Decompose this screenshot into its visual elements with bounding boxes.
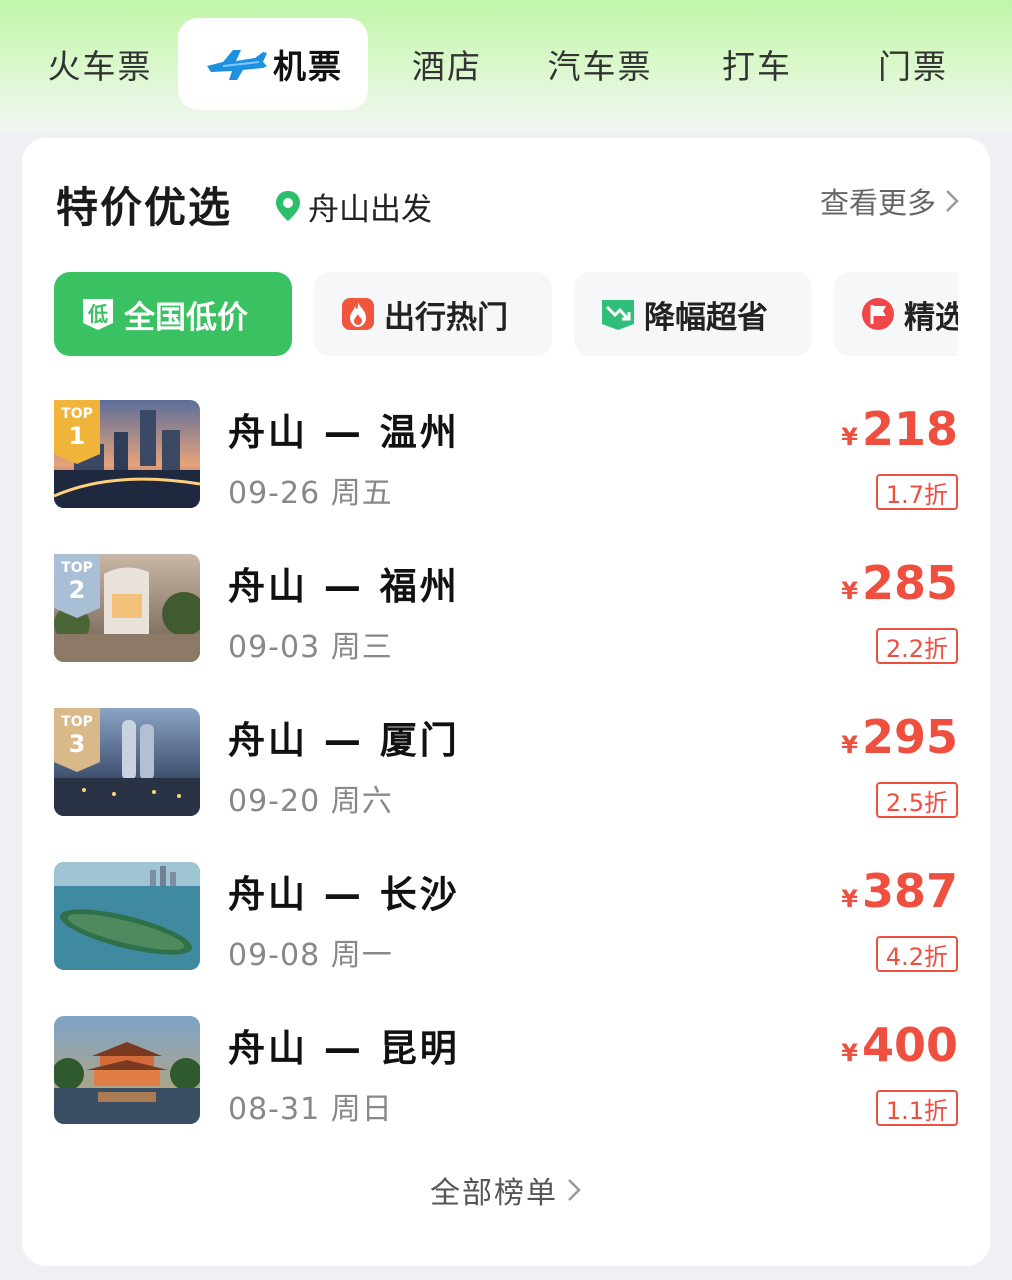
route-name: 舟山 — 昆明 [228,1027,460,1070]
chevron-right-icon [946,190,959,212]
deals-card: 特价优选 舟山出发 查看更多 低 全国低价 出行热门 降幅超省 精选 TOP 1… [22,138,990,1266]
view-more-link[interactable]: 查看更多 [820,180,960,222]
route-name: 舟山 — 厦门 [228,719,460,762]
svg-text:TOP: TOP [61,560,93,576]
price-drop-icon [602,300,634,330]
route-item[interactable]: 舟山 — 昆明 08-31 周日 ¥400 1.1折 [54,1016,958,1128]
tab-flight[interactable]: 机票 [178,18,368,110]
price: ¥387 [841,864,958,918]
filter-popular-travel[interactable]: 出行热门 [314,272,552,356]
route-name: 舟山 — 福州 [228,565,460,608]
airplane-icon [207,50,267,80]
filter-national-low-price[interactable]: 低 全国低价 [54,272,292,356]
route-item[interactable]: TOP 3 舟山 — 厦门 09-20 周六 ¥295 2.5折 [54,708,958,820]
top-tab-bar: 火车票 机票 酒店 汽车票 打车 门票 [0,0,1012,132]
destination-photo [54,862,200,970]
svg-text:TOP: TOP [61,714,93,730]
flag-icon [862,298,894,330]
tab-taxi[interactable]: 打车 [690,18,824,110]
discount-badge: 2.2折 [875,628,958,664]
fire-icon [342,298,374,330]
route-name: 舟山 — 长沙 [228,873,460,916]
tab-train[interactable]: 火车票 [30,18,170,110]
rank-badge: TOP 3 [54,708,100,772]
tab-hotel[interactable]: 酒店 [380,18,514,110]
discount-badge: 1.7折 [875,474,958,510]
discount-badge: 2.5折 [875,782,958,818]
rank-badge: TOP 2 [54,554,100,618]
rank-badge: TOP 1 [54,400,100,464]
svg-text:低: 低 [87,302,108,326]
departure-date: 09-08 周一 [228,938,393,973]
svg-text:TOP: TOP [61,406,93,422]
route-item[interactable]: TOP 1 舟山 — 温州 09-26 周五 ¥218 1.7折 [54,400,958,512]
price: ¥400 [841,1018,958,1072]
all-rankings-link[interactable]: 全部榜单 [22,1168,990,1212]
price: ¥295 [841,710,958,764]
departure-location[interactable]: 舟山出发 [274,186,432,228]
svg-text:1: 1 [69,422,86,450]
filter-chips: 低 全国低价 出行热门 降幅超省 精选 [54,272,958,358]
tab-tickets[interactable]: 门票 [846,18,980,110]
tab-bus[interactable]: 汽车票 [530,18,670,110]
chevron-right-icon [568,1179,581,1201]
discount-badge: 4.2折 [875,936,958,972]
svg-text:3: 3 [69,730,86,758]
departure-date: 09-20 周六 [228,784,393,819]
route-name: 舟山 — 温州 [228,411,460,454]
destination-photo [54,1016,200,1124]
departure-date: 09-03 周三 [228,630,393,665]
filter-featured[interactable]: 精选 [834,272,958,356]
departure-date: 08-31 周日 [228,1092,393,1127]
discount-badge: 1.1折 [875,1090,958,1126]
low-price-icon: 低 [83,299,113,330]
route-item[interactable]: 舟山 — 长沙 09-08 周一 ¥387 4.2折 [54,862,958,974]
route-item[interactable]: TOP 2 舟山 — 福州 09-03 周三 ¥285 2.2折 [54,554,958,666]
price: ¥285 [841,556,958,610]
section-title: 特价优选 [56,183,233,232]
price: ¥218 [841,402,958,456]
location-pin-icon [276,191,300,221]
filter-price-drop[interactable]: 降幅超省 [574,272,812,356]
svg-text:2: 2 [69,576,86,604]
departure-date: 09-26 周五 [228,476,393,511]
